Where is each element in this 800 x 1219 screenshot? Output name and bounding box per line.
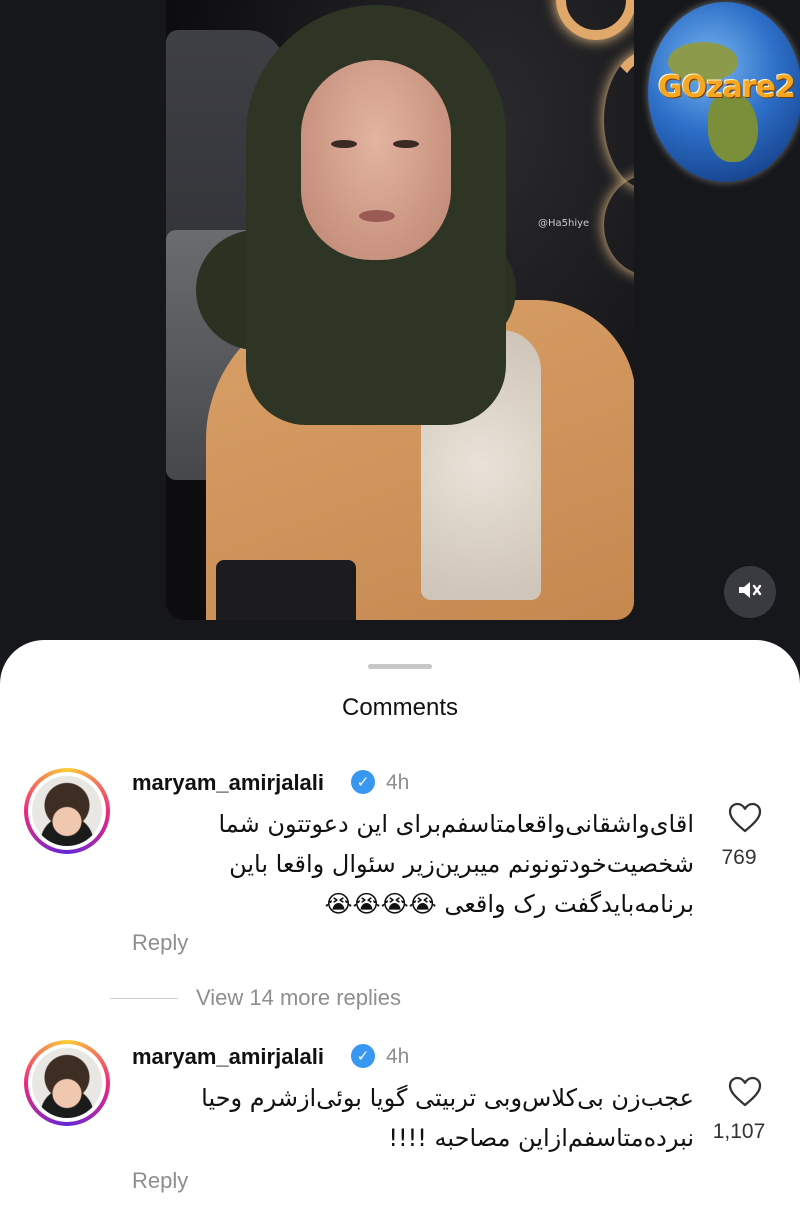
sheet-title: Comments: [341, 694, 459, 721]
avatar-ring-inner: [28, 1044, 106, 1122]
video-light-ring: [604, 175, 634, 275]
comment-username[interactable]: maryam_amirjalali: [132, 770, 324, 796]
avatar[interactable]: [24, 768, 110, 854]
video-mug: [216, 560, 356, 620]
like-heart-icon[interactable]: [728, 1076, 762, 1108]
video-person-face: [301, 60, 451, 260]
globe-logo: GOzare2: [648, 2, 800, 182]
avatar-ring-inner: [28, 772, 106, 850]
video-person-mouth: [359, 210, 395, 222]
view-more-replies[interactable]: View 14 more replies: [110, 983, 401, 1013]
avatar-photo: [32, 1048, 102, 1118]
reply-button[interactable]: Reply: [132, 1168, 188, 1194]
comment-text: عجب‌زن بی‌کلاس‌وبی تربیتی گویا بوئی‌ازشر…: [201, 1084, 694, 1152]
comment-text: اقای‌واشقانی‌واقعامتاسفم‌برای این دعوتتو…: [218, 810, 694, 918]
comment-time: 4h: [386, 1045, 410, 1068]
video-watermark: @Ha5hiye: [538, 218, 590, 229]
video-light-ring: [556, 0, 634, 40]
video-person-eye: [331, 140, 357, 148]
verified-badge-icon: ✓: [351, 770, 375, 794]
avatar[interactable]: [24, 1040, 110, 1126]
mute-button[interactable]: [724, 566, 776, 618]
view-more-replies-label: View 14 more replies: [196, 985, 402, 1010]
video-player[interactable]: @Ha5hiye: [166, 0, 634, 620]
avatar-photo: [32, 776, 102, 846]
sheet-drag-handle[interactable]: [368, 664, 432, 669]
video-area: @Ha5hiye GOzare2: [0, 0, 800, 650]
video-person-eye: [393, 140, 419, 148]
video-light-ring: [604, 50, 634, 190]
comment-time: 4h: [386, 771, 410, 794]
replies-divider-line: [110, 997, 178, 999]
logo-text: GOzare2: [658, 70, 796, 105]
verified-badge-icon: ✓: [351, 1044, 375, 1068]
comments-sheet: Comments maryam_amirjalali ✓ 4h اقای‌واش…: [0, 640, 800, 1219]
comment-username[interactable]: maryam_amirjalali: [132, 1044, 324, 1070]
like-count: 769: [721, 846, 757, 869]
reply-button[interactable]: Reply: [132, 930, 188, 956]
like-heart-icon[interactable]: [728, 802, 762, 834]
speaker-muted-icon: [737, 579, 763, 605]
like-count: 1,107: [712, 1120, 766, 1143]
